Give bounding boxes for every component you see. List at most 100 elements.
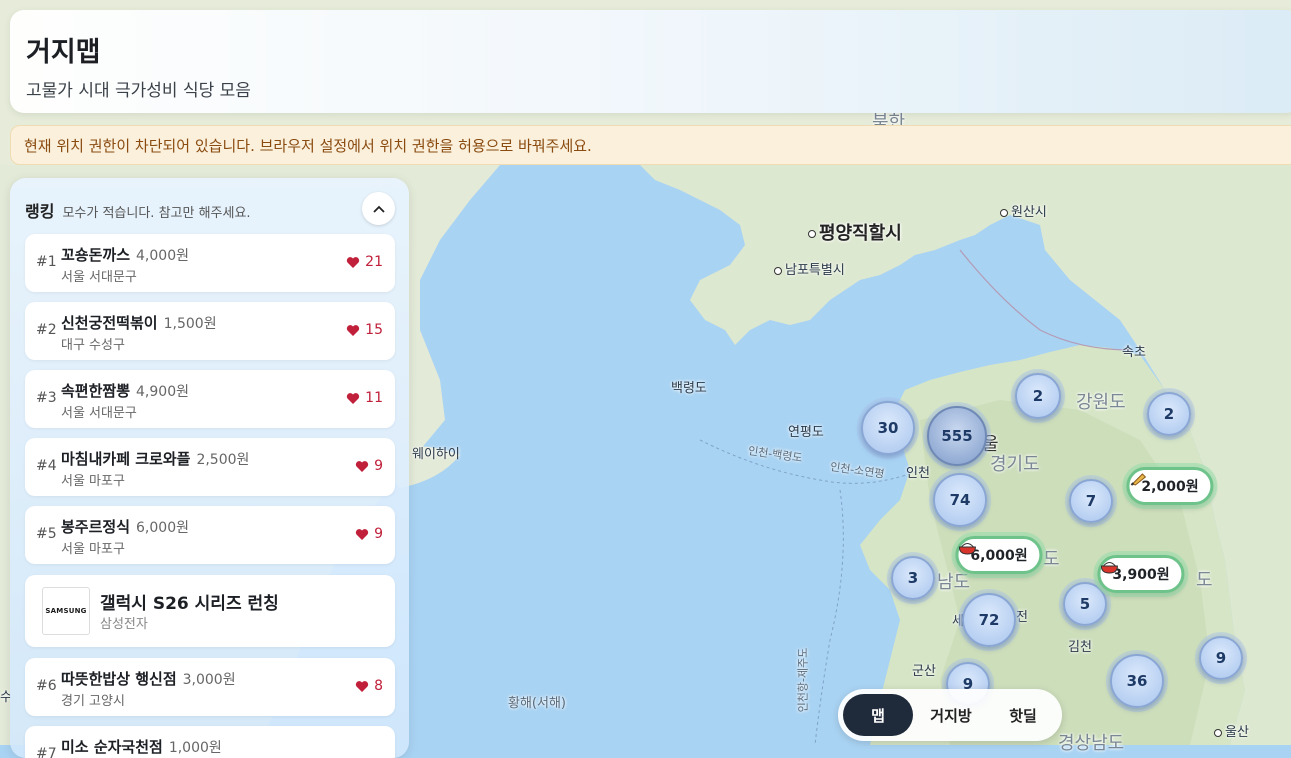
like-count: 21 bbox=[346, 254, 383, 270]
rank-number: #2 bbox=[36, 322, 57, 338]
city-dot-icon bbox=[1000, 208, 1008, 217]
tab-geojibang[interactable]: 거지방 bbox=[916, 694, 986, 736]
rank-number: #1 bbox=[36, 254, 57, 270]
bottom-tab-bar: 맵 거지방 핫딜 bbox=[838, 689, 1062, 741]
restaurant-address: 서울 서대문구 bbox=[61, 270, 137, 285]
place-wonsan: 원산시 bbox=[1000, 201, 1047, 220]
heart-icon bbox=[347, 392, 360, 404]
like-count: 11 bbox=[346, 390, 383, 406]
chevron-up-icon bbox=[372, 205, 385, 213]
restaurant-price: 3,000원 bbox=[182, 672, 236, 688]
rice-bowl-icon bbox=[1100, 562, 1118, 574]
cluster-marker[interactable]: 9 bbox=[1199, 636, 1243, 680]
rank-number: #4 bbox=[36, 458, 57, 474]
restaurant-name: 신천궁전떡볶이 1,500원 bbox=[61, 314, 217, 332]
cluster-marker[interactable]: 3 bbox=[891, 556, 935, 600]
place-nampo: 남포특별시 bbox=[774, 259, 845, 278]
app-header: 거지맵 고물가 시대 극가성비 식당 모음 bbox=[10, 10, 1291, 113]
route-label-jeju: 인천항-제주도 bbox=[796, 647, 810, 713]
restaurant-name: 마침내카페 크로와플 2,500원 bbox=[61, 450, 250, 468]
restaurant-name: 미소 순자국천점 1,000원 bbox=[61, 738, 222, 756]
heart-icon bbox=[347, 256, 360, 268]
restaurant-address: 서울 서대문구 bbox=[61, 406, 137, 421]
ranking-item[interactable]: #3 속편한짬뽕 4,900원 서울 서대문구 11 bbox=[25, 370, 395, 428]
cluster-marker[interactable]: 555 bbox=[927, 406, 987, 466]
restaurant-name: 따뜻한밥상 행신점 3,000원 bbox=[61, 670, 236, 688]
city-dot-icon bbox=[774, 266, 782, 275]
place-pyongyang: 평양직할시 bbox=[808, 219, 902, 245]
ranking-item[interactable]: #7 미소 순자국천점 1,000원 bbox=[25, 726, 395, 758]
cluster-marker[interactable]: 72 bbox=[962, 593, 1016, 647]
restaurant-name: 꼬숑돈까스 4,000원 bbox=[61, 246, 189, 264]
restaurant-address: 경기 고양시 bbox=[61, 694, 125, 709]
like-count: 9 bbox=[355, 526, 383, 542]
restaurant-price: 4,000원 bbox=[136, 248, 189, 264]
collapse-button[interactable] bbox=[362, 192, 395, 225]
restaurant-address: 서울 마포구 bbox=[61, 542, 125, 557]
restaurant-address: 대구 수성구 bbox=[61, 338, 125, 353]
restaurant-price: 6,000원 bbox=[136, 520, 189, 536]
region-gangwon: 강원도 bbox=[1076, 392, 1126, 413]
place-yellow-sea: 황해(서해) bbox=[508, 696, 566, 711]
ranking-header: 랭킹 모수가 적습니다. 참고만 해주세요. bbox=[25, 198, 251, 222]
restaurant-price: 4,900원 bbox=[136, 384, 189, 400]
heart-icon bbox=[355, 528, 369, 540]
location-permission-warning: 현재 위치 권한이 차단되어 있습니다. 브라우저 설정에서 위치 권한을 허용… bbox=[10, 125, 1291, 165]
price-marker-2000[interactable]: 2,000원 bbox=[1126, 467, 1214, 505]
region-do-fragment-2: 도 bbox=[1196, 570, 1213, 591]
region-gyeongsang: 경상남도 bbox=[1058, 733, 1125, 754]
rank-number: #6 bbox=[36, 678, 57, 694]
heart-icon bbox=[347, 324, 360, 336]
cluster-marker[interactable]: 36 bbox=[1110, 654, 1164, 708]
cluster-marker[interactable]: 30 bbox=[861, 401, 915, 455]
like-count: 15 bbox=[346, 322, 383, 338]
ranking-title: 랭킹 bbox=[25, 202, 55, 221]
restaurant-name: 속편한짬뽕 4,900원 bbox=[61, 382, 189, 400]
rank-number: #3 bbox=[36, 390, 57, 406]
ad-banner[interactable]: SAMSUNG 갤럭시 S26 시리즈 런칭 삼성전자 bbox=[25, 575, 395, 647]
cluster-marker[interactable]: 5 bbox=[1063, 582, 1107, 626]
label-jeon-fragment: 전 bbox=[1016, 610, 1028, 625]
ranking-item[interactable]: #2 신천궁전떡볶이 1,500원 대구 수성구 15 bbox=[25, 302, 395, 360]
restaurant-price: 2,500원 bbox=[196, 452, 250, 468]
city-dot-icon bbox=[1214, 728, 1222, 737]
tab-map[interactable]: 맵 bbox=[843, 694, 913, 736]
ad-brand: 삼성전자 bbox=[100, 617, 148, 632]
tab-hotdeal[interactable]: 핫딜 bbox=[988, 694, 1058, 736]
like-count: 8 bbox=[355, 678, 383, 694]
restaurant-name: 봉주르정식 6,000원 bbox=[61, 518, 189, 536]
samsung-logo: SAMSUNG bbox=[42, 587, 90, 635]
price-marker-3900[interactable]: 3,900원 bbox=[1097, 555, 1185, 593]
ranking-panel: 랭킹 모수가 적습니다. 참고만 해주세요. #1 꼬숑돈까스 4,000원 서울… bbox=[10, 178, 409, 758]
ranking-item[interactable]: #4 마침내카페 크로와플 2,500원 서울 마포구 9 bbox=[25, 438, 395, 496]
app-title: 거지맵 bbox=[26, 37, 101, 68]
app-subtitle: 고물가 시대 극가성비 식당 모음 bbox=[26, 81, 251, 101]
heart-icon bbox=[355, 680, 369, 692]
heart-icon bbox=[355, 460, 369, 472]
restaurant-price: 1,500원 bbox=[163, 316, 217, 332]
place-yeonpyeong: 연평도 bbox=[788, 425, 824, 440]
place-weihai: 웨이하이 bbox=[412, 447, 460, 462]
restaurant-price: 1,000원 bbox=[168, 740, 222, 756]
ranking-item[interactable]: #5 봉주르정식 6,000원 서울 마포구 9 bbox=[25, 506, 395, 564]
city-dot-icon bbox=[808, 230, 816, 238]
cluster-marker[interactable]: 7 bbox=[1069, 479, 1113, 523]
ranking-note: 모수가 적습니다. 참고만 해주세요. bbox=[62, 206, 251, 221]
ranking-item[interactable]: #6 따뜻한밥상 행신점 3,000원 경기 고양시 8 bbox=[25, 658, 395, 716]
place-sokcho: 속초 bbox=[1122, 345, 1146, 360]
price-marker-6000[interactable]: 6,000원 bbox=[955, 536, 1043, 574]
rank-number: #5 bbox=[36, 526, 57, 542]
rice-bowl-icon bbox=[958, 543, 976, 555]
cluster-marker[interactable]: 74 bbox=[933, 473, 987, 527]
place-baengnyeong: 백령도 bbox=[671, 381, 707, 396]
place-gunsan: 군산 bbox=[912, 664, 936, 679]
ad-title: 갤럭시 S26 시리즈 런칭 bbox=[100, 594, 279, 614]
cluster-marker[interactable]: 2 bbox=[1147, 392, 1191, 436]
rank-number: #7 bbox=[36, 746, 57, 758]
place-ulsan: 울산 bbox=[1214, 721, 1249, 740]
place-gimcheon: 김천 bbox=[1068, 640, 1092, 655]
ranking-item[interactable]: #1 꼬숑돈까스 4,000원 서울 서대문구 21 bbox=[25, 234, 395, 292]
restaurant-address: 서울 마포구 bbox=[61, 474, 125, 489]
like-count: 9 bbox=[355, 458, 383, 474]
cluster-marker[interactable]: 2 bbox=[1015, 373, 1061, 419]
